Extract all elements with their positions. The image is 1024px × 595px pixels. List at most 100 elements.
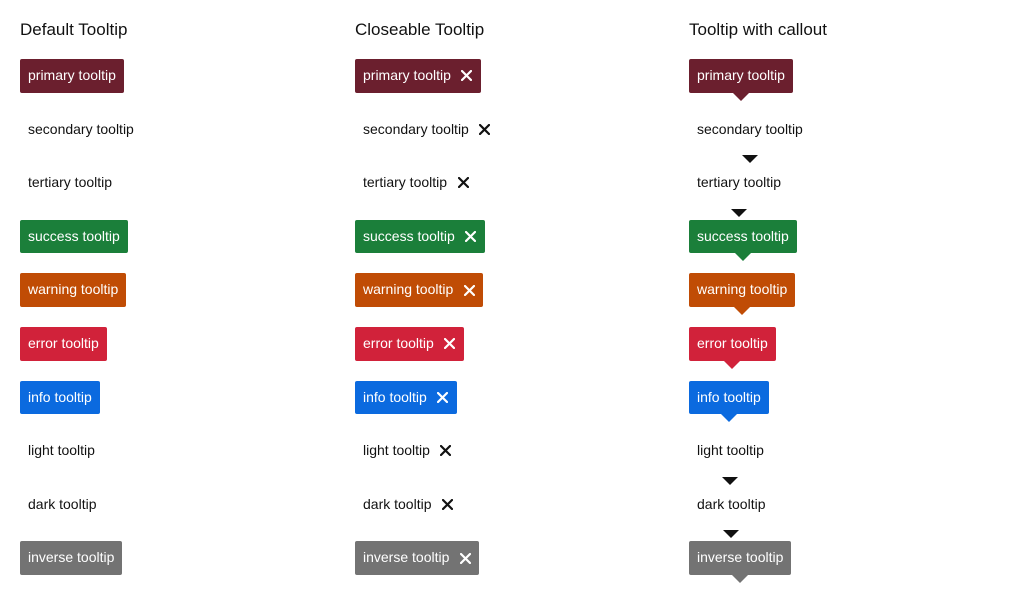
light-tooltip: light tooltip	[689, 434, 772, 485]
callout-arrow	[731, 208, 748, 217]
tooltip-label: info tooltip	[28, 388, 92, 405]
column-title: Closeable Tooltip	[355, 20, 485, 39]
close-icon[interactable]	[463, 284, 475, 296]
callout-arrow	[741, 155, 758, 164]
tooltip-row: dark tooltip	[20, 488, 142, 522]
tooltip-label: dark tooltip	[697, 495, 766, 512]
light-tooltip: light tooltip	[355, 434, 460, 468]
success-tooltip: success tooltip	[20, 219, 128, 254]
tooltip-row: info tooltip	[20, 380, 142, 415]
tooltip-label: tertiary tooltip	[28, 174, 113, 191]
default-tooltip-column: Default Tooltip primary tooltip secondary…	[20, 20, 134, 575]
close-icon[interactable]	[465, 231, 477, 243]
tooltip-row: success tooltip	[355, 219, 499, 254]
tooltip-row: dark tooltip	[689, 488, 811, 539]
tooltip-label: secondary tooltip	[363, 120, 469, 137]
secondary-tooltip: secondary tooltip	[689, 113, 811, 164]
callout-tooltip-column: Tooltip with callout primary tooltip seco…	[689, 20, 827, 583]
info-tooltip: info tooltip	[689, 380, 769, 423]
tooltip-label: inverse tooltip	[363, 549, 450, 566]
tooltip-row: inverse tooltip	[20, 541, 142, 575]
callout-arrow	[722, 476, 739, 485]
tooltip-list: primary tooltip secondary tooltip tertiary…	[689, 59, 811, 595]
tooltip-row: tertiary tooltip	[20, 166, 142, 200]
tooltip-row: inverse tooltip	[689, 541, 811, 583]
error-tooltip: error tooltip	[20, 326, 107, 361]
tooltip-label: inverse tooltip	[28, 549, 115, 566]
tooltip-label: secondary tooltip	[28, 120, 134, 137]
success-tooltip: success tooltip	[355, 219, 485, 254]
close-icon[interactable]	[441, 499, 453, 511]
tooltip-row: success tooltip	[20, 219, 142, 254]
dark-tooltip: dark tooltip	[20, 488, 104, 522]
tooltip-label: dark tooltip	[28, 495, 97, 512]
tooltip-label: info tooltip	[697, 388, 761, 405]
tooltip-label: error tooltip	[28, 334, 99, 351]
tooltip-label: info tooltip	[363, 388, 427, 405]
error-tooltip: error tooltip	[689, 326, 776, 369]
tooltip-label: warning tooltip	[363, 281, 454, 298]
tooltip-label: primary tooltip	[28, 67, 116, 83]
light-tooltip: light tooltip	[20, 434, 103, 468]
tooltip-row: success tooltip	[689, 219, 811, 262]
inverse-tooltip: inverse tooltip	[355, 541, 480, 575]
inverse-tooltip: inverse tooltip	[20, 541, 123, 575]
column-title: Default Tooltip	[20, 20, 128, 39]
info-tooltip: info tooltip	[20, 380, 100, 415]
tooltip-row: dark tooltip	[355, 488, 499, 522]
tooltip-row: light tooltip	[355, 434, 499, 468]
tooltip-label: inverse tooltip	[697, 549, 784, 566]
tooltip-label: dark tooltip	[363, 495, 432, 512]
tooltip-row: error tooltip	[355, 326, 499, 361]
info-tooltip: info tooltip	[355, 380, 457, 415]
callout-arrow	[732, 92, 749, 101]
close-icon[interactable]	[461, 70, 473, 82]
column-title: Tooltip with callout	[689, 20, 827, 39]
close-icon[interactable]	[457, 177, 469, 189]
tooltip-row: primary tooltip	[689, 59, 811, 101]
close-icon[interactable]	[437, 391, 449, 403]
callout-arrow	[732, 574, 749, 583]
tooltip-list: primary tooltip secondary tooltip tertiary…	[355, 59, 499, 595]
dark-tooltip: dark tooltip	[355, 488, 461, 522]
close-icon[interactable]	[479, 123, 491, 135]
tooltip-row: secondary tooltip	[20, 113, 142, 147]
tooltip-row: tertiary tooltip	[689, 166, 811, 217]
tooltip-row: primary tooltip	[355, 59, 499, 93]
dark-tooltip: dark tooltip	[689, 488, 773, 539]
tooltip-label: warning tooltip	[697, 281, 788, 298]
close-icon[interactable]	[444, 338, 456, 350]
tooltip-row: error tooltip	[689, 326, 811, 369]
inverse-tooltip: inverse tooltip	[689, 541, 792, 583]
primary-tooltip: primary tooltip	[20, 59, 124, 93]
tooltip-row: error tooltip	[20, 326, 142, 361]
close-icon[interactable]	[459, 552, 471, 564]
callout-arrow	[723, 530, 740, 539]
tooltip-label: light tooltip	[697, 442, 764, 459]
primary-tooltip: primary tooltip	[689, 59, 793, 101]
tertiary-tooltip: tertiary tooltip	[355, 166, 477, 200]
tooltip-row: warning tooltip	[355, 273, 499, 307]
tooltip-row: secondary tooltip	[689, 113, 811, 164]
primary-tooltip: primary tooltip	[355, 59, 481, 93]
closeable-tooltip-column: Closeable Tooltip primary tooltip seconda…	[355, 20, 491, 575]
tooltip-row: tertiary tooltip	[355, 166, 499, 200]
tooltip-label: error tooltip	[697, 334, 768, 351]
tertiary-tooltip: tertiary tooltip	[689, 166, 789, 217]
tooltip-row: secondary tooltip	[355, 113, 499, 147]
secondary-tooltip: secondary tooltip	[20, 113, 142, 147]
warning-tooltip: warning tooltip	[689, 273, 796, 315]
callout-arrow	[734, 253, 751, 262]
callout-arrow	[720, 414, 737, 423]
callout-arrow	[724, 360, 741, 369]
close-icon[interactable]	[440, 445, 452, 457]
tooltip-label: success tooltip	[28, 227, 120, 244]
tooltip-label: success tooltip	[363, 227, 455, 244]
tooltip-label: secondary tooltip	[697, 120, 803, 137]
tooltip-label: light tooltip	[28, 442, 95, 459]
tooltip-label: warning tooltip	[28, 281, 119, 298]
tooltip-list: primary tooltip secondary tooltip tertiary…	[20, 59, 142, 595]
tertiary-tooltip: tertiary tooltip	[20, 166, 120, 200]
tooltip-row: warning tooltip	[689, 273, 811, 315]
tooltip-label: primary tooltip	[363, 67, 451, 83]
